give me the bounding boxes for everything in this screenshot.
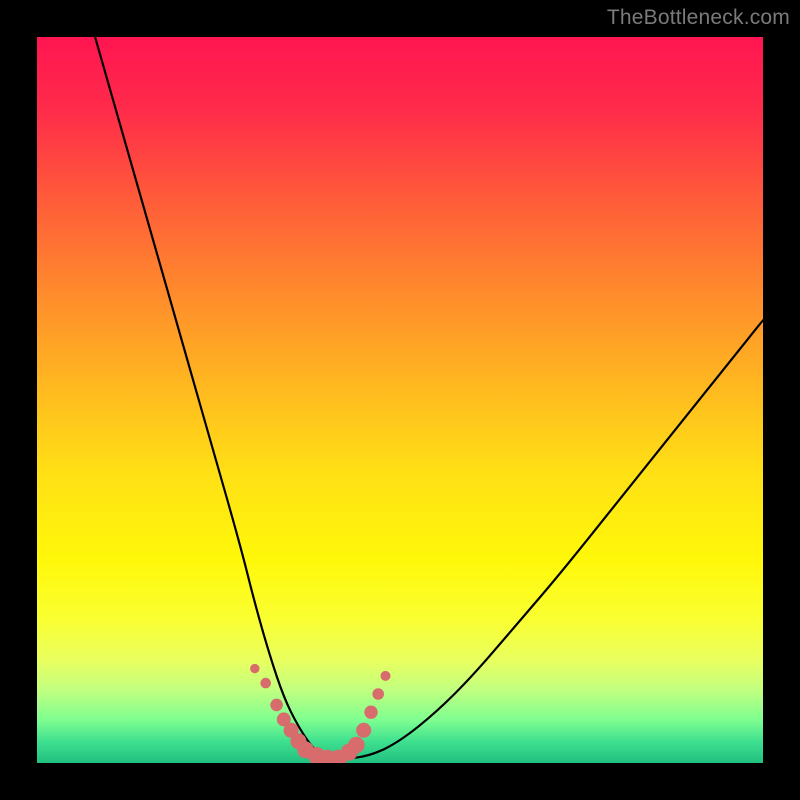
marker-point xyxy=(250,664,259,673)
marker-point xyxy=(364,706,377,719)
marker-point xyxy=(348,737,364,753)
chart-svg xyxy=(37,37,763,763)
marker-point xyxy=(381,671,391,681)
marker-point xyxy=(270,699,283,712)
bottleneck-curve-line xyxy=(95,37,763,759)
marker-group xyxy=(250,664,390,763)
marker-point xyxy=(356,723,371,738)
marker-point xyxy=(372,688,384,700)
watermark-text: TheBottleneck.com xyxy=(607,6,790,30)
marker-point xyxy=(260,678,271,689)
